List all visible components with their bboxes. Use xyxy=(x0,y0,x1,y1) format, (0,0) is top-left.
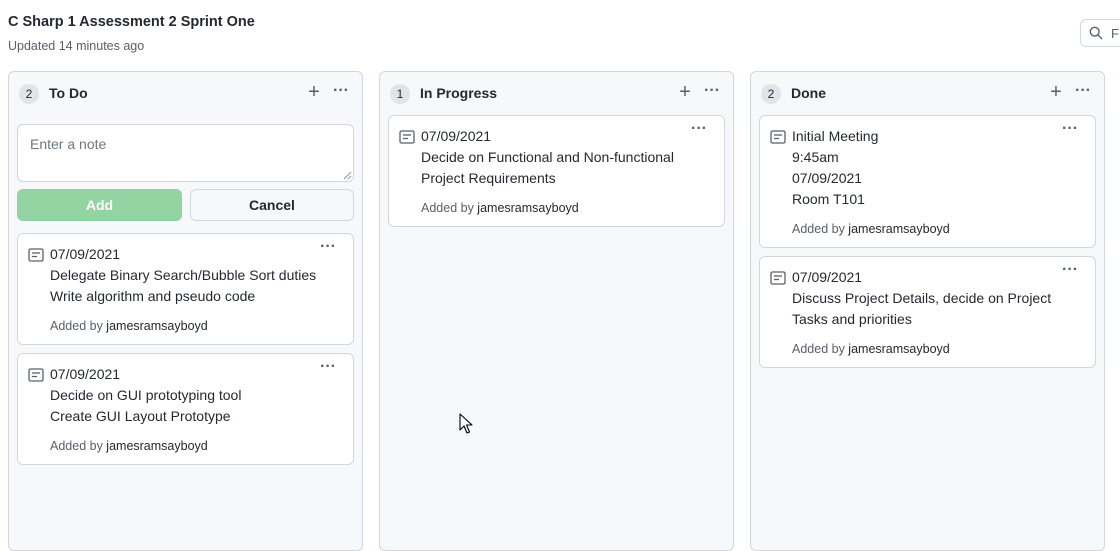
note-text: Initial Meeting 9:45am 07/09/2021 Room T… xyxy=(792,126,1065,210)
added-by-text: Added by jamesramsayboyd xyxy=(50,319,208,333)
note-line: Delegate Binary Search/Bubble Sort dutie… xyxy=(50,267,317,283)
column-title: To Do xyxy=(49,85,88,101)
note-input[interactable] xyxy=(17,124,354,182)
added-by-text: Added by jamesramsayboyd xyxy=(792,222,950,236)
cancel-button[interactable]: Cancel xyxy=(190,189,354,221)
note-text: 07/09/2021 Decide on Functional and Non-… xyxy=(421,126,694,189)
column-done: 2 Done + ··· ··· Initial Meeting 9:45am … xyxy=(750,71,1105,551)
add-card-button[interactable]: + xyxy=(675,82,695,104)
board-title: C Sharp 1 Assessment 2 Sprint One xyxy=(8,14,255,30)
note-line: Write algorithm and pseudo code xyxy=(50,288,256,304)
card-count-badge: 2 xyxy=(19,84,39,104)
added-by-label: Added by xyxy=(792,222,849,236)
note-card[interactable]: ··· 07/09/2021 Delegate Binary Search/Bu… xyxy=(17,233,354,345)
added-by-text: Added by jamesramsayboyd xyxy=(50,439,208,453)
note-line: 9:45am xyxy=(792,149,839,165)
note-card[interactable]: ··· Initial Meeting 9:45am 07/09/2021 Ro… xyxy=(759,115,1096,248)
note-line: 07/09/2021 xyxy=(50,246,121,262)
card-count-badge: 1 xyxy=(390,84,410,104)
added-by-label: Added by xyxy=(792,342,849,356)
search-field[interactable] xyxy=(1080,19,1120,47)
note-icon xyxy=(770,271,786,285)
note-icon xyxy=(28,368,44,382)
added-by-label: Added by xyxy=(50,319,107,333)
author-link[interactable]: jamesramsayboyd xyxy=(106,319,207,333)
mouse-pointer-icon xyxy=(459,413,473,434)
note-card[interactable]: ··· 07/09/2021 Decide on Functional and … xyxy=(388,115,725,227)
column-header: 2 To Do + ··· xyxy=(9,72,362,114)
column-title: In Progress xyxy=(420,85,498,101)
author-link[interactable]: jamesramsayboyd xyxy=(848,222,949,236)
note-line: Decide on Functional and Non-functional xyxy=(421,149,674,165)
column-to-do: 2 To Do + ··· Add Cancel ··· 07/09/2021 … xyxy=(8,71,363,551)
note-text: 07/09/2021 Delegate Binary Search/Bubble… xyxy=(50,244,323,307)
column-menu-button[interactable]: ··· xyxy=(330,82,352,104)
column-header: 2 Done + ··· xyxy=(751,72,1104,114)
added-by-text: Added by jamesramsayboyd xyxy=(421,201,579,215)
added-by-label: Added by xyxy=(50,439,107,453)
author-link[interactable]: jamesramsayboyd xyxy=(477,201,578,215)
add-card-button[interactable]: + xyxy=(1046,82,1066,104)
column-in-progress: 1 In Progress + ··· ··· 07/09/2021 Decid… xyxy=(379,71,734,551)
note-icon xyxy=(399,130,415,144)
note-card[interactable]: ··· 07/09/2021 Decide on GUI prototyping… xyxy=(17,353,354,465)
added-by-text: Added by jamesramsayboyd xyxy=(792,342,950,356)
card-count-badge: 2 xyxy=(761,84,781,104)
added-by-label: Added by xyxy=(421,201,478,215)
note-card[interactable]: ··· 07/09/2021 Discuss Project Details, … xyxy=(759,256,1096,368)
note-line: 07/09/2021 xyxy=(792,269,863,285)
search-icon xyxy=(1089,26,1103,40)
note-line: Initial Meeting xyxy=(792,128,879,144)
column-menu-button[interactable]: ··· xyxy=(701,82,723,104)
note-line: Discuss Project Details, decide on Proje… xyxy=(792,290,1052,306)
last-updated-text: Updated 14 minutes ago xyxy=(8,39,145,53)
column-header: 1 In Progress + ··· xyxy=(380,72,733,114)
add-note-button[interactable]: Add xyxy=(17,189,182,221)
add-card-button[interactable]: + xyxy=(304,82,324,104)
resize-grip-icon[interactable] xyxy=(343,171,352,180)
column-menu-button[interactable]: ··· xyxy=(1072,82,1094,104)
note-icon xyxy=(28,248,44,262)
note-line: 07/09/2021 xyxy=(50,366,121,382)
note-line: Tasks and priorities xyxy=(792,311,912,327)
note-line: Decide on GUI prototyping tool xyxy=(50,387,242,403)
note-line: 07/09/2021 xyxy=(421,128,492,144)
note-line: Room T101 xyxy=(792,191,865,207)
note-line: 07/09/2021 xyxy=(792,170,863,186)
note-icon xyxy=(770,130,786,144)
note-line: Create GUI Layout Prototype xyxy=(50,408,231,424)
note-text: 07/09/2021 Discuss Project Details, deci… xyxy=(792,267,1065,330)
author-link[interactable]: jamesramsayboyd xyxy=(848,342,949,356)
column-title: Done xyxy=(791,85,826,101)
author-link[interactable]: jamesramsayboyd xyxy=(106,439,207,453)
search-input[interactable] xyxy=(1111,24,1120,42)
note-line: Project Requirements xyxy=(421,170,556,186)
note-text: 07/09/2021 Decide on GUI prototyping too… xyxy=(50,364,323,427)
